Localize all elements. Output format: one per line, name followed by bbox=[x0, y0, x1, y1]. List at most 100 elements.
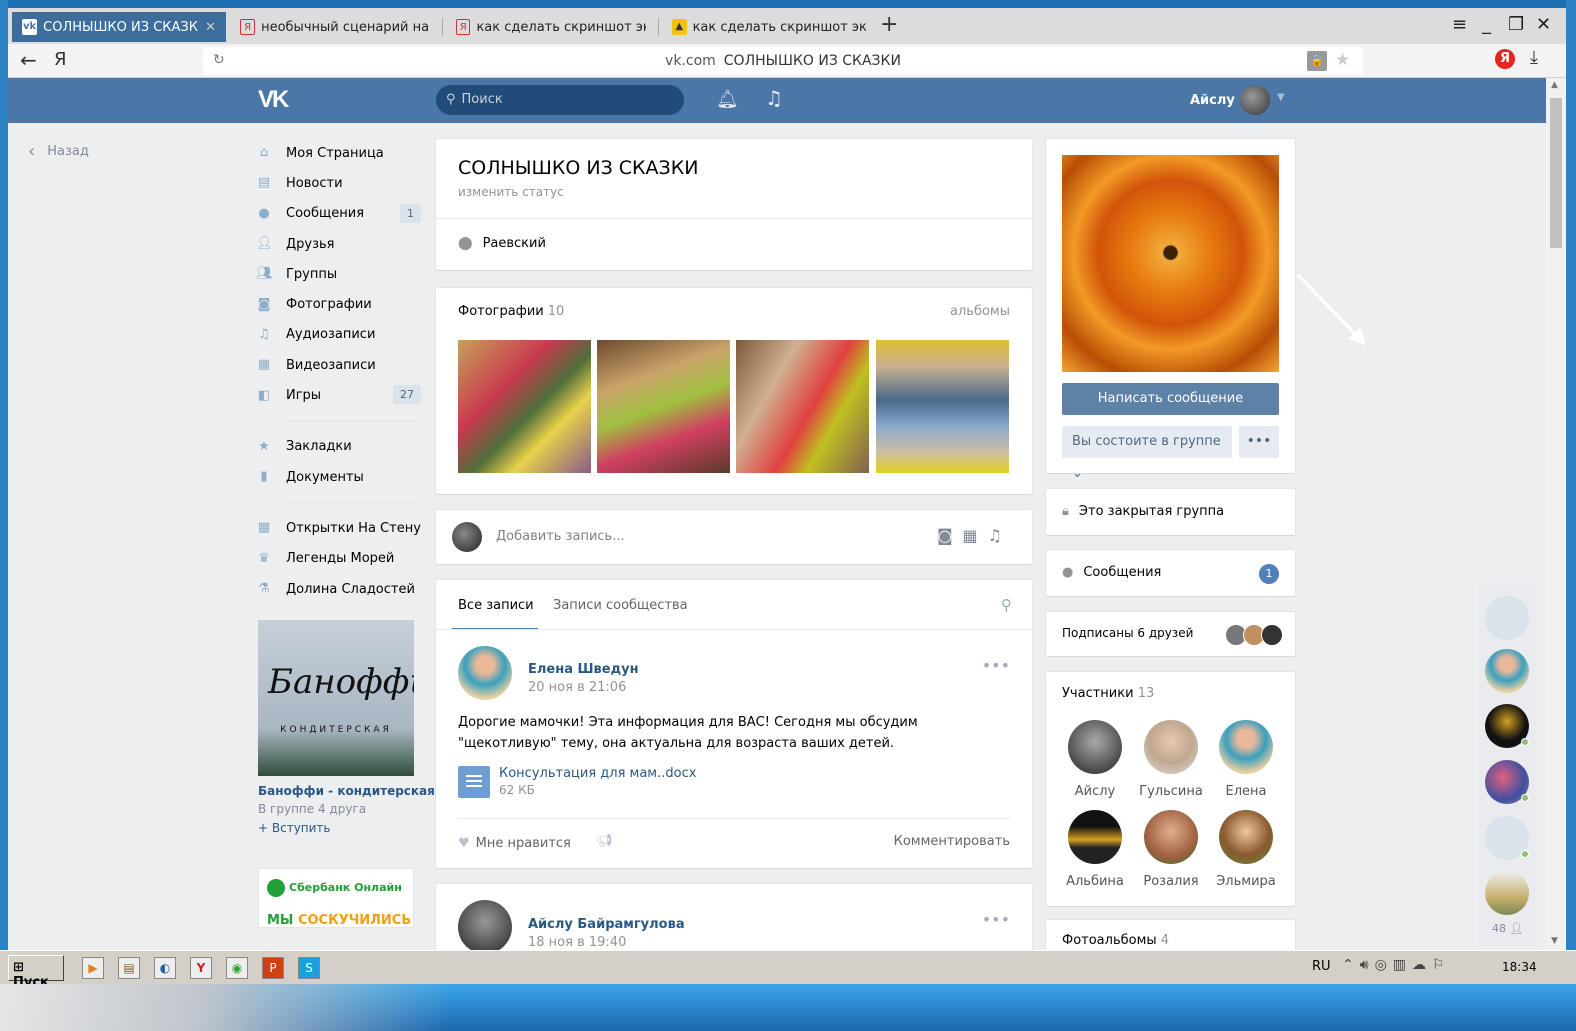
sidebar-item-documents[interactable]: ▮ Документы bbox=[256, 462, 421, 492]
sidebar-item-audio[interactable]: ♫ Аудиозаписи bbox=[256, 320, 421, 350]
music-icon[interactable]: ♫ bbox=[988, 526, 1012, 545]
sidebar-item-photos[interactable]: ◙ Фотографии bbox=[256, 289, 421, 319]
post-author[interactable]: Елена Шведун bbox=[528, 662, 639, 677]
language-indicator[interactable]: RU bbox=[1312, 959, 1331, 974]
notifications-bell-icon[interactable]: 🔔︎ bbox=[716, 89, 739, 110]
download-icon[interactable]: ⤓ bbox=[1530, 47, 1538, 68]
composer-placeholder[interactable]: Добавить запись... bbox=[496, 529, 625, 544]
ad-sberbank[interactable]: Сбербанк Онлайн МЫ СОСКУЧИЛИСЬ bbox=[258, 868, 414, 928]
write-message-button[interactable]: Написать сообщение bbox=[1062, 383, 1279, 415]
header-avatar[interactable] bbox=[1240, 85, 1270, 115]
chat-online-count[interactable]: 48 👤︎ bbox=[1492, 922, 1523, 935]
tray-expand-icon[interactable]: ⌃ bbox=[1342, 957, 1360, 973]
more-actions-button[interactable]: ••• bbox=[1239, 426, 1279, 458]
membership-dropdown[interactable]: Вы состоите в группе ⌄ bbox=[1062, 426, 1232, 481]
like-button[interactable]: ♥ Мне нравится bbox=[458, 836, 571, 851]
yandex-browser-icon[interactable]: Y bbox=[190, 957, 212, 979]
explorer-folder-icon[interactable]: ▤ bbox=[118, 957, 140, 979]
scrollbar-thumb[interactable] bbox=[1550, 98, 1562, 248]
albums-header[interactable]: Фотоальбомы 4 bbox=[1062, 933, 1169, 948]
start-button[interactable]: ⊞ Пуск bbox=[8, 955, 64, 990]
avatar[interactable] bbox=[1485, 596, 1529, 640]
photos-header[interactable]: Фотографии 10 bbox=[458, 304, 564, 319]
share-megaphone-icon[interactable]: 📢︎ bbox=[596, 834, 613, 849]
more-options-icon[interactable]: ••• bbox=[982, 910, 1010, 929]
member-item[interactable]: Елена bbox=[1211, 720, 1281, 799]
albums-card[interactable]: Фотоальбомы 4 bbox=[1046, 920, 1295, 950]
avatar[interactable] bbox=[458, 900, 512, 950]
messages-card[interactable]: ● Сообщения 1 bbox=[1046, 550, 1295, 596]
avatar[interactable] bbox=[1485, 871, 1529, 915]
document-file-icon[interactable] bbox=[458, 766, 490, 798]
bookmark-star-icon[interactable]: ★ bbox=[1335, 50, 1350, 70]
avatar[interactable] bbox=[1485, 649, 1529, 693]
post-date[interactable]: 20 ноя в 21:06 bbox=[528, 680, 626, 695]
vk-logo[interactable]: VK bbox=[258, 86, 289, 114]
film-icon[interactable]: ▦ bbox=[963, 526, 988, 545]
tab-vk-group[interactable]: vk СОЛНЫШКО ИЗ СКАЗКИ ✕ bbox=[12, 12, 226, 42]
skype-icon[interactable]: S bbox=[298, 957, 320, 979]
ad-image[interactable]: Баноффи КОНДИТЕРСКАЯ bbox=[258, 620, 414, 776]
attachment-name[interactable]: Консультация для мам..docx bbox=[499, 766, 696, 781]
group-cover-image[interactable] bbox=[1062, 155, 1279, 372]
sidebar-item-app-sweets[interactable]: ⚗ Долина Сладостей bbox=[256, 574, 421, 604]
close-tab-icon[interactable]: ✕ bbox=[205, 20, 216, 35]
avatar[interactable] bbox=[458, 646, 512, 700]
new-tab-button[interactable]: + bbox=[880, 12, 898, 37]
tab-image-search[interactable]: ▲ как сделать скриншот экра bbox=[662, 12, 876, 42]
scroll-up-arrow-icon[interactable]: ▲ bbox=[1551, 80, 1558, 90]
yandex-home-button[interactable]: Я bbox=[54, 49, 67, 70]
url-field[interactable]: ↻ vk.com СОЛНЫШКО ИЗ СКАЗКИ 🔒 ★ bbox=[203, 47, 1363, 75]
friends-subscribed-label[interactable]: Подписаны 6 друзей bbox=[1062, 626, 1193, 640]
sidebar-item-games[interactable]: ◧ Игры 27 bbox=[256, 380, 421, 410]
search-input[interactable]: ⚲ Поиск bbox=[436, 85, 684, 115]
photo-thumbnail[interactable] bbox=[736, 340, 869, 473]
music-player-icon[interactable]: ♫ bbox=[765, 86, 783, 110]
sound-icon[interactable]: ◐ bbox=[154, 957, 176, 979]
sidebar-item-bookmarks[interactable]: ★ Закладки bbox=[256, 432, 421, 462]
tab-all-posts[interactable]: Все записи bbox=[458, 598, 534, 613]
flag-icon[interactable]: ⚐ bbox=[1432, 957, 1451, 973]
sidebar-item-groups[interactable]: 👥︎ Группы bbox=[256, 259, 421, 289]
sidebar-item-app-legends[interactable]: ♛ Легенды Морей bbox=[256, 544, 421, 574]
camera-icon[interactable]: ◙ bbox=[937, 526, 963, 545]
chevron-down-icon[interactable]: ▼ bbox=[1277, 92, 1285, 103]
member-item[interactable]: Эльмира bbox=[1211, 810, 1281, 889]
member-item[interactable]: Розалия bbox=[1136, 810, 1206, 889]
friends-subscribed-card[interactable]: Подписаны 6 друзей bbox=[1046, 612, 1295, 656]
photo-thumbnail[interactable] bbox=[876, 340, 1009, 473]
sidebar-item-news[interactable]: ▤ Новости bbox=[256, 168, 421, 198]
member-item[interactable]: Айслу bbox=[1060, 720, 1130, 799]
back-link[interactable]: ‹ Назад bbox=[28, 141, 89, 162]
update-icon[interactable]: ◎ bbox=[1375, 957, 1393, 973]
comment-button[interactable]: Комментировать bbox=[894, 834, 1010, 849]
more-options-icon[interactable]: ••• bbox=[982, 656, 1010, 675]
messages-link[interactable]: ● Сообщения bbox=[1062, 565, 1161, 580]
post-composer[interactable]: Добавить запись... ◙▦♫ bbox=[436, 510, 1032, 564]
tab-yandex-1[interactable]: Я необычный сценарий на н bbox=[230, 12, 440, 42]
close-window-icon[interactable]: ✕ bbox=[1536, 14, 1551, 35]
volume-icon[interactable]: 🔊︎ bbox=[1360, 957, 1375, 973]
scroll-down-arrow-icon[interactable]: ▼ bbox=[1551, 936, 1558, 946]
sidebar-item-my-page[interactable]: ⌂ Моя Страница bbox=[256, 138, 421, 168]
post-author[interactable]: Айслу Байрамгулова bbox=[528, 917, 685, 932]
chrome-icon[interactable]: ◉ bbox=[226, 957, 248, 979]
ad-join-link[interactable]: + Вступить bbox=[258, 821, 331, 835]
cloud-icon[interactable]: ☁ bbox=[1412, 957, 1432, 973]
powerpoint-icon[interactable]: P bbox=[262, 957, 284, 979]
member-item[interactable]: Гульсина bbox=[1136, 720, 1206, 799]
taskbar-clock[interactable]: 18:34 bbox=[1502, 960, 1537, 974]
back-arrow-icon[interactable]: ← bbox=[20, 48, 37, 72]
sidebar-item-app-postcards[interactable]: ▦ Открытки На Стену bbox=[256, 513, 421, 543]
network-icon[interactable]: ▥ bbox=[1393, 957, 1412, 973]
member-item[interactable]: Альбина bbox=[1060, 810, 1130, 889]
post-date[interactable]: 18 ноя в 19:40 bbox=[528, 935, 626, 950]
menu-icon[interactable]: ≡ bbox=[1452, 14, 1467, 35]
header-user-name[interactable]: Айслу bbox=[1190, 93, 1235, 108]
restore-icon[interactable]: ❐ bbox=[1508, 14, 1524, 35]
members-header[interactable]: Участники 13 bbox=[1062, 686, 1154, 701]
change-status-link[interactable]: изменить статус bbox=[458, 185, 564, 199]
tab-community-posts[interactable]: Записи сообщества bbox=[553, 598, 688, 613]
search-icon[interactable]: ⚲ bbox=[1001, 596, 1012, 614]
tab-yandex-2[interactable]: Я как сделать скриншот экра bbox=[446, 12, 656, 42]
